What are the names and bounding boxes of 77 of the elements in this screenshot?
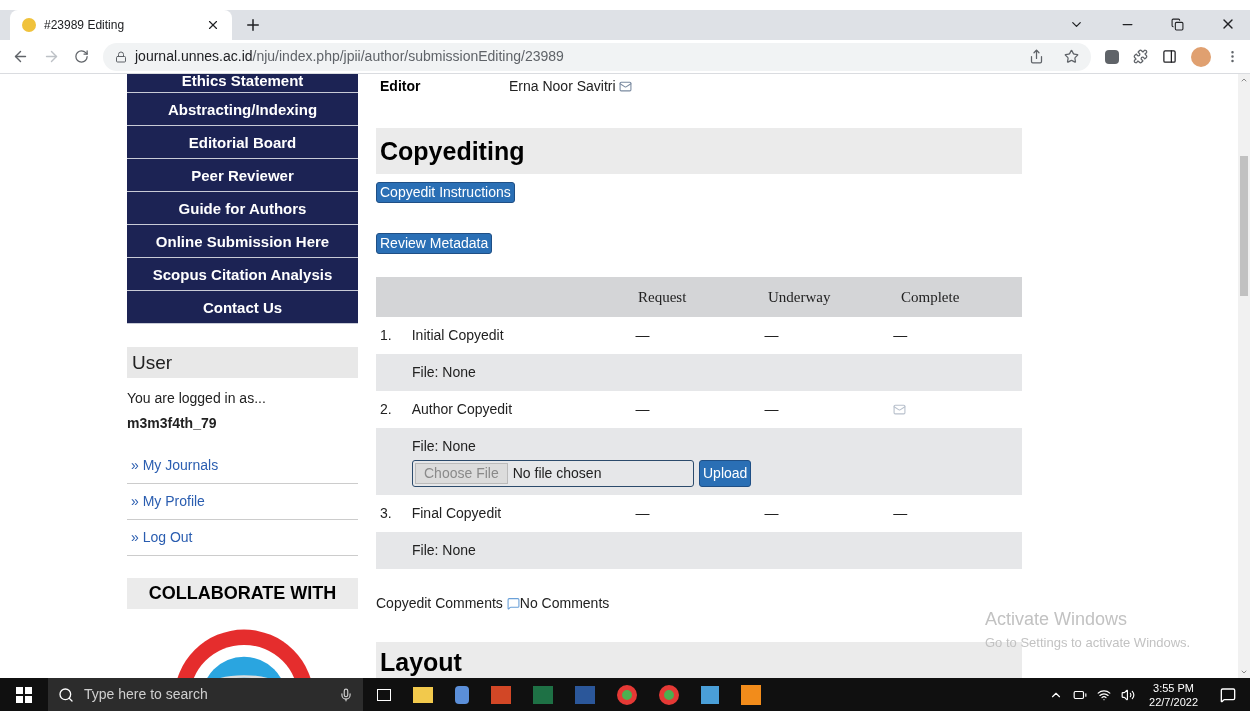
sidebar-nav-item[interactable]: Peer Reviewer xyxy=(127,158,358,192)
activation-title: Activate Windows xyxy=(985,608,1129,631)
status-dash: — xyxy=(893,327,908,343)
site-favicon-icon xyxy=(22,18,36,32)
side-panel-icon[interactable] xyxy=(1162,49,1177,64)
row-name: Initial Copyedit xyxy=(411,326,505,345)
action-button[interactable]: Copyedit Instructions xyxy=(376,182,515,203)
comments-label: Copyedit Comments xyxy=(376,594,503,613)
file-input-field[interactable]: Choose File No file chosen xyxy=(412,460,694,487)
status-dash: — xyxy=(764,401,779,417)
new-tab-icon[interactable] xyxy=(244,16,262,34)
back-icon[interactable] xyxy=(12,48,29,65)
row-number: 1. xyxy=(379,326,393,345)
status-dash: — xyxy=(764,505,779,521)
collaborate-title: COLLABORATE WITH xyxy=(127,577,358,609)
editor-name: Erna Noor Savitri xyxy=(509,77,616,96)
tab-title: #23989 Editing xyxy=(44,17,126,34)
reload-icon[interactable] xyxy=(74,49,89,64)
username: m3m3f4th_79 xyxy=(127,413,218,433)
row-number: 3. xyxy=(379,504,393,523)
lock-icon xyxy=(115,50,127,63)
notifications-icon[interactable] xyxy=(1220,686,1236,703)
clock-time[interactable]: 3:55 PM xyxy=(1153,680,1194,695)
action-button[interactable]: Review Metadata xyxy=(376,233,493,254)
column-header: Complete xyxy=(900,287,961,307)
volume-icon[interactable] xyxy=(1121,687,1136,702)
status-dash: — xyxy=(635,401,650,417)
search-icon xyxy=(58,686,74,703)
column-header: Request xyxy=(638,287,688,307)
file-status: File: None xyxy=(412,363,477,382)
browser-tab[interactable]: #23989 Editing xyxy=(10,10,232,40)
clock-date[interactable]: 22/7/2022 xyxy=(1149,694,1198,709)
sidebar-nav-item[interactable]: Contact Us xyxy=(127,290,358,324)
sidebar-nav-item[interactable]: Ethics Statement xyxy=(127,74,358,93)
status-dash: — xyxy=(893,505,908,521)
extensions-icon[interactable] xyxy=(1133,49,1148,64)
address-field[interactable]: journal.unnes.ac.id/nju/index.php/jpii/author/submissionEditing/23989 xyxy=(103,42,1091,71)
close-icon[interactable] xyxy=(206,18,220,32)
share-icon[interactable] xyxy=(1029,49,1044,64)
scrollbar-thumb[interactable] xyxy=(1240,156,1248,296)
row-name: Author Copyedit xyxy=(411,400,514,419)
sidebar-link[interactable]: » My Journals xyxy=(131,454,219,476)
restore-icon[interactable] xyxy=(1171,17,1184,31)
file-status: File: None xyxy=(412,541,477,560)
sidebar-link[interactable]: » My Profile xyxy=(131,490,205,512)
no-file-text: No file chosen xyxy=(512,464,602,483)
editor-label: Editor xyxy=(380,77,422,96)
wifi-icon[interactable] xyxy=(1097,687,1112,702)
scrollbar[interactable] xyxy=(1238,74,1250,678)
logged-in-text: You are logged in as... xyxy=(127,388,267,408)
taskbar-search-field[interactable]: Type here to search xyxy=(48,678,363,711)
scroll-up-icon[interactable] xyxy=(1240,76,1248,84)
row-number: 2. xyxy=(379,400,393,419)
comment-icon[interactable] xyxy=(506,597,520,610)
sidebar-nav-item[interactable]: Online Submission Here xyxy=(127,224,358,258)
comments-value: No Comments xyxy=(519,594,610,613)
sidebar-nav-item[interactable]: Editorial Board xyxy=(127,125,358,159)
microphone-icon[interactable] xyxy=(339,687,353,702)
email-icon[interactable] xyxy=(618,80,632,93)
row-name: Final Copyedit xyxy=(411,504,503,523)
sidebar-nav-item[interactable]: Abstracting/Indexing xyxy=(127,92,358,126)
sidebar-nav-item[interactable]: Guide for Authors xyxy=(127,191,358,225)
url-text: journal.unnes.ac.id/nju/index.php/jpii/author/submissionEditing/23989 xyxy=(135,47,565,66)
column-header: Underway xyxy=(768,287,832,307)
sidebar-link[interactable]: » Log Out xyxy=(131,526,193,548)
user-box-title: User xyxy=(127,346,358,378)
task-view-icon[interactable] xyxy=(377,688,391,701)
scroll-down-icon[interactable] xyxy=(1240,668,1248,676)
activation-subtitle: Go to Settings to activate Windows. xyxy=(985,634,1191,652)
status-dash: — xyxy=(635,327,650,343)
upload-button[interactable]: Upload xyxy=(699,460,752,487)
status-dash: — xyxy=(764,327,779,343)
file-status: File: None xyxy=(412,437,477,456)
section-heading: Copyediting xyxy=(376,128,1022,174)
bookmark-star-icon[interactable] xyxy=(1064,49,1079,64)
status-dash: — xyxy=(635,505,650,521)
sidebar-nav-item[interactable]: Scopus Citation Analysis xyxy=(127,257,358,291)
